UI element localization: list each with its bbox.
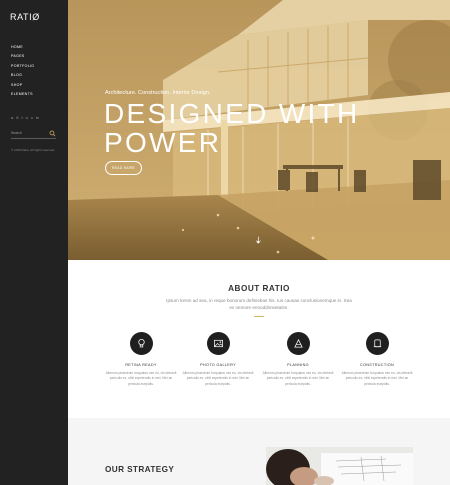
- feature-icon-circle: [129, 332, 153, 355]
- search-icon[interactable]: [49, 130, 56, 137]
- search-field[interactable]: Search: [11, 130, 56, 139]
- social-link-2[interactable]: б: [16, 115, 18, 120]
- feature-retina-ready: RETINA READY Alienum phaedrum torquatos …: [105, 332, 177, 387]
- nav-item-blog[interactable]: BLOG: [11, 71, 34, 80]
- nav-item-portfolio[interactable]: PORTFOLIO: [11, 62, 34, 71]
- feature-title: PLANNING: [287, 363, 309, 367]
- feature-description: Alienum phaedrum torquatos nec eu, vis d…: [182, 371, 254, 386]
- feature-description: Alienum phaedrum torquatos nec eu, vis d…: [105, 371, 177, 386]
- hero: Architecture. Construction. Interior Des…: [68, 0, 450, 260]
- main-nav: HOME PAGES PORTFOLIO BLOG SHOP ELEMENTS: [11, 43, 34, 99]
- nav-item-elements[interactable]: ELEMENTS: [11, 90, 34, 99]
- social-links: a б t ʋ з in: [11, 115, 39, 120]
- feature-construction: CONSTRUCTION Alienum phaedrum torquatos …: [341, 332, 413, 387]
- helmet-icon: [373, 339, 381, 348]
- social-link-1[interactable]: a: [11, 115, 13, 120]
- arrow-down-icon[interactable]: [255, 236, 262, 244]
- feature-icon-circle: [206, 332, 230, 355]
- social-link-5[interactable]: з: [31, 115, 33, 120]
- site-logo[interactable]: RATIØ: [10, 12, 40, 22]
- read-more-button[interactable]: READ MORE: [105, 161, 142, 175]
- nav-item-shop[interactable]: SHOP: [11, 81, 34, 90]
- feature-title: CONSTRUCTION: [359, 363, 395, 367]
- hero-eyebrow: Architecture. Construction. Interior Des…: [105, 90, 211, 96]
- feature-icon-circle: [286, 332, 310, 355]
- nav-item-home[interactable]: HOME: [11, 43, 34, 52]
- social-link-6[interactable]: in: [36, 115, 39, 120]
- feature-title: RETINA READY: [125, 363, 157, 367]
- copyright: © 2016 Ratio. All rights reserved.: [11, 148, 55, 152]
- feature-title: PHOTO GALLERY: [200, 363, 236, 367]
- feature-photo-gallery: PHOTO GALLERY Alienum phaedrum torquatos…: [182, 332, 254, 387]
- compass-icon: [293, 339, 303, 348]
- hero-title: DESIGNED WITH POWER: [104, 98, 360, 158]
- accent-divider: [254, 316, 264, 317]
- nav-item-pages[interactable]: PAGES: [11, 52, 34, 61]
- photo-icon: [213, 339, 223, 348]
- feature-planning: PLANNING Alienum phaedrum torquatos nec …: [262, 332, 334, 387]
- about-text: Ipsum lorem ad sea, in reque bonorum def…: [166, 298, 352, 310]
- search-label: Search: [11, 131, 22, 135]
- strategy-title: OUR STRATEGY: [105, 465, 175, 474]
- social-link-3[interactable]: t: [22, 115, 23, 120]
- feature-description: Alienum phaedrum torquatos nec eu, vis d…: [341, 371, 413, 386]
- feature-description: Alienum phaedrum torquatos nec eu, vis d…: [262, 371, 334, 386]
- strategy-section: OUR STRATEGY: [68, 418, 450, 485]
- social-link-4[interactable]: ʋ: [26, 115, 28, 120]
- feature-icon-circle: [365, 332, 389, 355]
- sidebar: RATIØ HOME PAGES PORTFOLIO BLOG SHOP ELE…: [0, 0, 68, 485]
- about-title: ABOUT RATIO: [228, 284, 290, 293]
- lightbulb-icon: [137, 339, 145, 348]
- about-section: ABOUT RATIO Ipsum lorem ad sea, in reque…: [68, 260, 450, 418]
- architect-photo: [266, 447, 413, 485]
